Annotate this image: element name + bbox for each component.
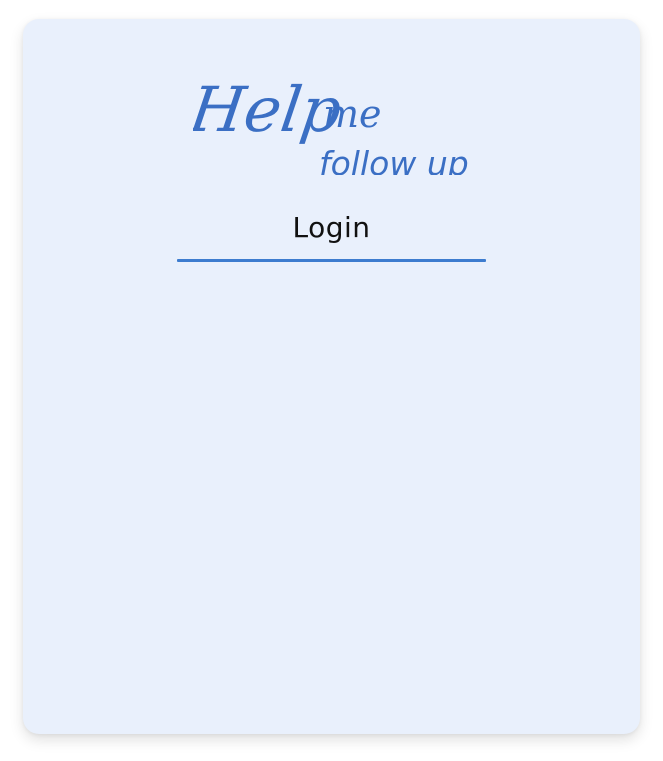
tab-login[interactable]: Login bbox=[177, 201, 486, 262]
tab-active-indicator bbox=[177, 259, 486, 262]
app-logo: Help me follow up bbox=[193, 65, 473, 175]
logo-follow-up-text: follow up bbox=[319, 144, 469, 175]
tab-login-label: Login bbox=[292, 211, 371, 244]
logo-me-text: me bbox=[323, 92, 382, 136]
login-card: Help me follow up Login bbox=[23, 19, 640, 734]
